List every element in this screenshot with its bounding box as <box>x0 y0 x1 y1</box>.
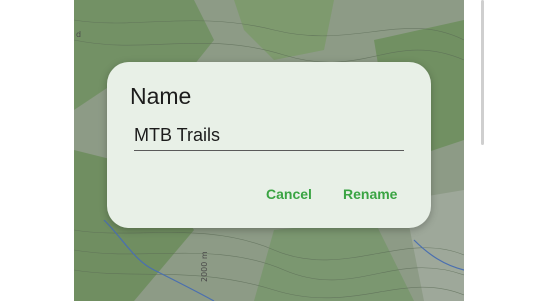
page-right-margin <box>464 0 538 301</box>
scrollbar[interactable] <box>481 0 484 145</box>
map-label-left: d <box>76 30 82 39</box>
page-left-margin <box>0 0 74 301</box>
rename-button[interactable]: Rename <box>337 182 403 206</box>
rename-dialog: Name Cancel Rename <box>107 62 431 228</box>
cancel-button[interactable]: Cancel <box>260 182 318 206</box>
dialog-title: Name <box>130 83 192 109</box>
name-input[interactable] <box>134 120 404 151</box>
map-elevation-label: 2000 m <box>200 251 209 282</box>
